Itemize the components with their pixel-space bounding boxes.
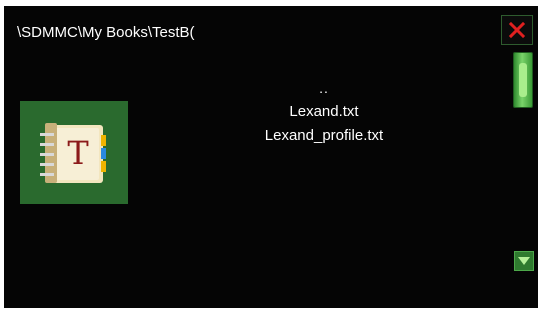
book-tile[interactable]: T — [20, 101, 128, 204]
vertical-scrollbar[interactable] — [511, 50, 535, 275]
scrollbar-thumb[interactable] — [513, 52, 533, 108]
scrollbar-grip — [519, 63, 527, 97]
file-browser-screen: \SDMMC\My Books\TestB( T .. Lexand.txt L… — [4, 6, 538, 308]
list-item-parent-directory[interactable]: .. — [154, 76, 494, 100]
book-letter: T — [67, 134, 89, 172]
list-item-file[interactable]: Lexand.txt — [154, 100, 494, 124]
close-button[interactable] — [501, 15, 533, 45]
current-path: \SDMMC\My Books\TestB( — [17, 24, 195, 41]
scroll-down-button[interactable] — [514, 251, 534, 271]
file-list: .. Lexand.txt Lexand_profile.txt — [154, 76, 494, 148]
list-item-file[interactable]: Lexand_profile.txt — [154, 124, 494, 148]
arrow-down-icon — [518, 257, 530, 265]
close-icon — [509, 22, 525, 38]
book-icon: T — [40, 122, 106, 183]
